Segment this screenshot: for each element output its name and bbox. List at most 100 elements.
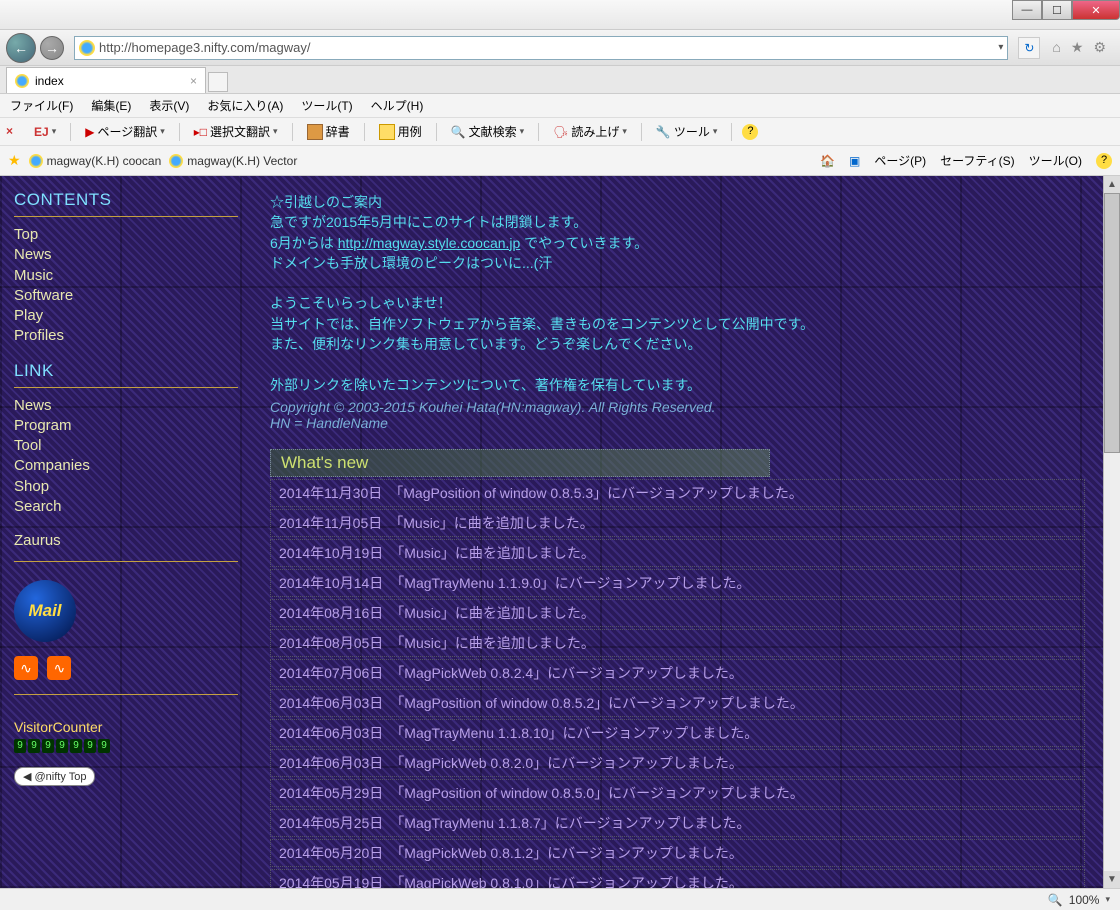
minimize-button[interactable]: —: [1012, 0, 1042, 20]
news-item[interactable]: 2014年10月14日 「MagTrayMenu 1.1.9.0」にバージョンア…: [270, 569, 1085, 597]
ie-icon: [79, 40, 95, 56]
example-button[interactable]: 用例: [375, 121, 426, 142]
news-item[interactable]: 2014年07月06日 「MagPickWeb 0.8.2.4」にバージョンアッ…: [270, 659, 1085, 687]
cmd-feeds[interactable]: ▣: [849, 154, 860, 168]
news-item[interactable]: 2014年06月03日 「MagTrayMenu 1.1.8.10」にバージョン…: [270, 719, 1085, 747]
sidebar-item-profiles[interactable]: Profiles: [14, 326, 238, 346]
translation-toolbar: × EJ ▶ページ翻訳 ▸□選択文翻訳 辞書 用例 🔍文献検索 🗣読み上げ 🔧ツ…: [0, 118, 1120, 146]
news-item[interactable]: 2014年06月03日 「MagPickWeb 0.8.2.0」にバージョンアッ…: [270, 749, 1085, 777]
cmd-safety[interactable]: セーフティ(S): [940, 152, 1015, 169]
contents-heading: CONTENTS: [14, 190, 238, 210]
ie-icon: [15, 74, 29, 88]
menu-help[interactable]: ヘルプ(H): [371, 97, 424, 114]
rss-icon[interactable]: ∿: [14, 656, 38, 680]
scroll-down-icon[interactable]: ▼: [1104, 871, 1120, 888]
menu-tools[interactable]: ツール(T): [301, 97, 352, 114]
window-titlebar: — ☐ ✕: [0, 0, 1120, 30]
menu-bar: ファイル(F) 編集(E) 表示(V) お気に入り(A) ツール(T) ヘルプ(…: [0, 94, 1120, 118]
sidebar-link-news[interactable]: News: [14, 396, 238, 416]
refresh-button[interactable]: ↻: [1018, 37, 1040, 59]
sidebar-item-music[interactable]: Music: [14, 266, 238, 286]
fav-link-coocan[interactable]: magway(K.H) coocan: [29, 154, 162, 168]
nifty-top-button[interactable]: ◀ @nifty Top: [14, 767, 95, 786]
cmd-page[interactable]: ページ(P): [874, 152, 926, 169]
sidebar-item-top[interactable]: Top: [14, 225, 238, 245]
url-input[interactable]: [99, 40, 998, 55]
sidebar-link-search[interactable]: Search: [14, 497, 238, 517]
news-item[interactable]: 2014年05月20日 「MagPickWeb 0.8.1.2」にバージョンアッ…: [270, 839, 1085, 867]
dictionary-button[interactable]: 辞書: [303, 121, 354, 142]
sidebar: CONTENTS TopNewsMusicSoftwarePlayProfile…: [0, 176, 252, 888]
link-heading: LINK: [14, 361, 238, 381]
fav-link-vector[interactable]: magway(K.H) Vector: [169, 154, 297, 168]
news-item[interactable]: 2014年05月29日 「MagPosition of window 0.8.5…: [270, 779, 1085, 807]
favorites-bar: ★ magway(K.H) coocan magway(K.H) Vector …: [0, 146, 1120, 176]
sidebar-item-zaurus[interactable]: Zaurus: [14, 531, 238, 551]
scroll-up-icon[interactable]: ▲: [1104, 176, 1120, 193]
menu-file[interactable]: ファイル(F): [10, 97, 73, 114]
forward-button[interactable]: →: [40, 36, 64, 60]
ie-icon: [29, 154, 43, 168]
rss-icon[interactable]: ∿: [47, 656, 71, 680]
news-item[interactable]: 2014年05月19日 「MagPickWeb 0.8.1.0」にバージョンアッ…: [270, 869, 1085, 888]
cmd-help-icon[interactable]: ?: [1096, 153, 1112, 169]
tab-title: index: [35, 74, 64, 88]
tab-strip: index ×: [0, 66, 1120, 94]
sidebar-item-play[interactable]: Play: [14, 306, 238, 326]
zoom-level[interactable]: 100%: [1069, 893, 1100, 907]
notice-text: ☆引越しのご案内 急ですが2015年5月中にこのサイトは閉鎖します。 6月からは…: [270, 192, 1085, 395]
news-item[interactable]: 2014年11月30日 「MagPosition of window 0.8.5…: [270, 479, 1085, 507]
news-item[interactable]: 2014年08月05日 「Music」に曲を追加しました。: [270, 629, 1085, 657]
back-button[interactable]: ←: [6, 33, 36, 63]
cmd-home[interactable]: 🏠: [820, 154, 835, 168]
vertical-scrollbar[interactable]: ▲ ▼: [1103, 176, 1120, 888]
sidebar-item-software[interactable]: Software: [14, 286, 238, 306]
tab-index[interactable]: index ×: [6, 67, 206, 93]
news-item[interactable]: 2014年05月25日 「MagTrayMenu 1.1.8.7」にバージョンア…: [270, 809, 1085, 837]
visitor-counter-label: VisitorCounter: [14, 719, 238, 735]
url-dropdown-icon[interactable]: ▾: [998, 42, 1003, 53]
add-favorite-icon[interactable]: ★: [8, 152, 21, 169]
new-tab-button[interactable]: [208, 72, 228, 92]
home-icon[interactable]: ⌂: [1052, 39, 1060, 56]
ie-icon: [169, 154, 183, 168]
page-translate-button[interactable]: ▶ページ翻訳: [81, 121, 169, 142]
whats-new-heading: What's new: [270, 449, 770, 477]
page-content: CONTENTS TopNewsMusicSoftwarePlayProfile…: [0, 176, 1120, 888]
handlename-note: HN = HandleName: [270, 415, 1085, 431]
menu-view[interactable]: 表示(V): [149, 97, 189, 114]
help-icon[interactable]: ?: [742, 124, 758, 140]
news-item[interactable]: 2014年06月03日 「MagPosition of window 0.8.5…: [270, 689, 1085, 717]
copyright-text: Copyright © 2003-2015 Kouhei Hata(HN:mag…: [270, 399, 1085, 415]
new-site-link[interactable]: http://magway.style.coocan.jp: [338, 235, 521, 251]
close-button[interactable]: ✕: [1072, 0, 1120, 20]
settings-icon[interactable]: ⚙: [1093, 39, 1106, 56]
selection-translate-button[interactable]: ▸□選択文翻訳: [190, 121, 282, 142]
scroll-thumb[interactable]: [1104, 193, 1120, 453]
menu-edit[interactable]: 編集(E): [91, 97, 131, 114]
ej-button[interactable]: EJ: [30, 123, 60, 141]
doc-search-button[interactable]: 🔍文献検索: [447, 121, 529, 142]
menu-favorites[interactable]: お気に入り(A): [207, 97, 283, 114]
main-content: ☆引越しのご案内 急ですが2015年5月中にこのサイトは閉鎖します。 6月からは…: [252, 176, 1103, 888]
maximize-button[interactable]: ☐: [1042, 0, 1072, 20]
sidebar-link-shop[interactable]: Shop: [14, 477, 238, 497]
zoom-icon[interactable]: 🔍: [1048, 893, 1063, 907]
status-bar: 🔍 100% ▾: [0, 888, 1120, 910]
cmd-tools[interactable]: ツール(O): [1029, 152, 1082, 169]
tab-close-icon[interactable]: ×: [190, 74, 197, 88]
favorites-icon[interactable]: ★: [1071, 39, 1084, 56]
sidebar-item-news[interactable]: News: [14, 245, 238, 265]
sidebar-link-companies[interactable]: Companies: [14, 456, 238, 476]
sidebar-link-program[interactable]: Program: [14, 416, 238, 436]
news-item[interactable]: 2014年11月05日 「Music」に曲を追加しました。: [270, 509, 1085, 537]
nav-bar: ← → ▾ ↻ ⌂ ★ ⚙: [0, 30, 1120, 66]
read-aloud-button[interactable]: 🗣読み上げ: [549, 121, 631, 142]
address-bar[interactable]: ▾: [74, 36, 1008, 60]
sidebar-link-tool[interactable]: Tool: [14, 436, 238, 456]
news-item[interactable]: 2014年08月16日 「Music」に曲を追加しました。: [270, 599, 1085, 627]
close-toolbar-icon[interactable]: ×: [6, 124, 22, 140]
news-item[interactable]: 2014年10月19日 「Music」に曲を追加しました。: [270, 539, 1085, 567]
tool-button[interactable]: 🔧ツール: [652, 121, 722, 142]
mail-button[interactable]: Mail: [14, 580, 76, 642]
